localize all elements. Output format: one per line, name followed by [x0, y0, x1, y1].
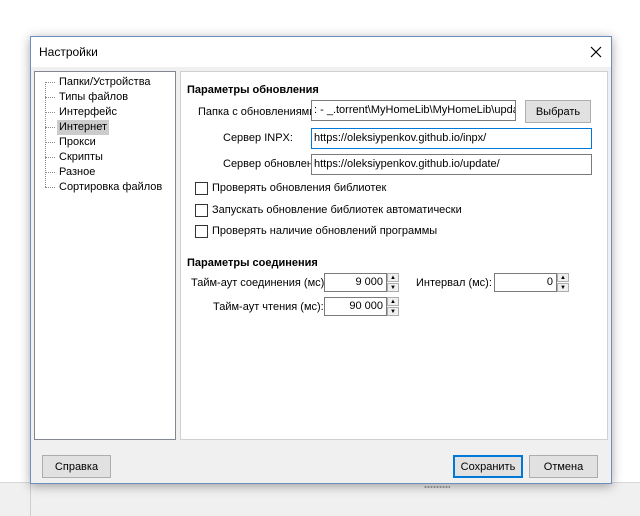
dialog-titlebar: Настройки: [31, 37, 611, 67]
read-timeout-input[interactable]: 90 000: [324, 297, 387, 316]
background-app-statusbar: [0, 482, 640, 516]
tree-item-label: Интерфейс: [59, 106, 117, 118]
tree-item-label: Типы файлов: [59, 91, 129, 103]
save-button[interactable]: Сохранить: [453, 455, 523, 478]
internet-settings-panel: Параметры обновления Папка с обновлениям…: [180, 71, 608, 440]
spin-up-icon[interactable]: ▲: [387, 273, 399, 282]
checkbox-label: Запускать обновление библиотек автоматич…: [212, 204, 462, 216]
settings-tree[interactable]: Папки/Устройства Типы файлов Интерфейс И…: [34, 71, 176, 440]
connection-params-title: Параметры соединения: [187, 257, 318, 269]
connect-timeout-input[interactable]: 9 000: [324, 273, 387, 292]
checkbox[interactable]: [195, 225, 208, 238]
interval-spinner[interactable]: ▲ ▼: [557, 273, 569, 292]
spin-up-icon[interactable]: ▲: [557, 273, 569, 282]
tree-item-label: Разное: [59, 166, 96, 178]
spin-up-icon[interactable]: ▲: [387, 297, 399, 306]
interval-input[interactable]: 0: [494, 273, 557, 292]
checkbox[interactable]: [195, 204, 208, 217]
splitter-grip[interactable]: [424, 485, 450, 489]
read-timeout-spinner[interactable]: ▲ ▼: [387, 297, 399, 316]
dialog-title: Настройки: [39, 45, 98, 59]
help-button[interactable]: Справка: [42, 455, 111, 478]
connect-timeout-spinner[interactable]: ▲ ▼: [387, 273, 399, 292]
spin-down-icon[interactable]: ▼: [387, 307, 399, 316]
tree-item-label: Скрипты: [59, 151, 103, 163]
inpx-server-input[interactable]: https://oleksiypenkov.github.io/inpx/: [311, 128, 592, 149]
checkbox[interactable]: [195, 182, 208, 195]
tree-item-label: Сортировка файлов: [59, 181, 163, 193]
close-button[interactable]: [581, 37, 611, 67]
tree-item-label: Папки/Устройства: [59, 76, 151, 88]
close-icon: [590, 46, 602, 58]
update-folder-label: Папка с обновлениями:: [198, 106, 319, 118]
background-app-panel: [0, 482, 31, 516]
update-params-title: Параметры обновления: [187, 84, 319, 96]
checkbox-label: Проверять обновления библиотек: [212, 182, 387, 194]
connect-timeout-label: Тайм-аут соединения (мс):: [191, 277, 328, 289]
cancel-button[interactable]: Отмена: [529, 455, 598, 478]
spin-down-icon[interactable]: ▼: [387, 283, 399, 292]
tree-item-label: Интернет: [57, 120, 109, 135]
checkbox-label: Проверять наличие обновлений программы: [212, 225, 438, 237]
tree-item-label: Прокси: [59, 136, 96, 148]
settings-dialog: Настройки Папки/Устройства Типы файлов И…: [30, 36, 612, 484]
read-timeout-label: Тайм-аут чтения (мс):: [213, 301, 324, 313]
spin-down-icon[interactable]: ▼: [557, 283, 569, 292]
browse-button[interactable]: Выбрать: [525, 100, 591, 123]
update-server-input[interactable]: https://oleksiypenkov.github.io/update/: [311, 154, 592, 175]
inpx-server-label: Сервер INPX:: [223, 132, 293, 144]
interval-label: Интервал (мс):: [416, 277, 492, 289]
update-folder-input[interactable]: : - _.torrent\MyHomeLib\MyHomeLib\update: [311, 100, 516, 121]
